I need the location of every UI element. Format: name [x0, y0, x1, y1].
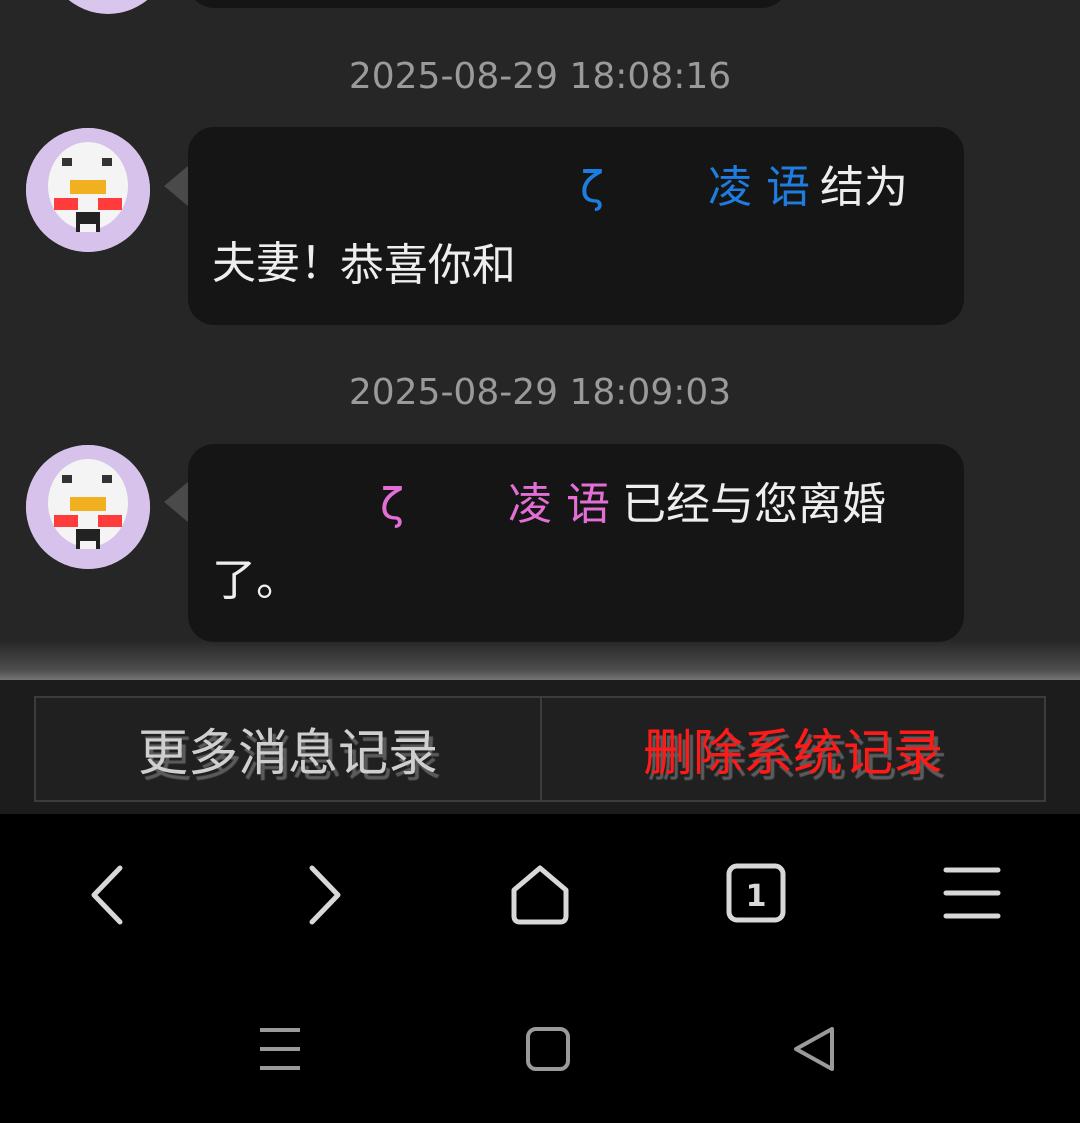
back-icon[interactable]	[78, 860, 138, 934]
tabs-icon[interactable]: 1	[724, 860, 788, 934]
system-navigation-bar	[0, 974, 1080, 1123]
message-bubble[interactable]: 恭喜你和 ζ 凌 语 结为 夫妻！	[188, 127, 964, 325]
back-triangle-icon[interactable]	[790, 1024, 838, 1078]
more-records-button[interactable]: 更多消息记录	[34, 696, 542, 802]
recent-apps-icon[interactable]	[256, 1024, 304, 1078]
bubble-tail	[164, 482, 188, 522]
message-bubble[interactable]: ζ 凌 语 已经与您离婚 了。	[188, 444, 964, 642]
spouse-name-link[interactable]: 凌 语	[708, 149, 810, 227]
message-text: 恭喜你和	[339, 240, 516, 291]
message-line-2: 夫妻！	[212, 238, 344, 289]
duck-avatar-icon	[26, 445, 150, 569]
message-timestamp: 2025-08-29 18:09:03	[348, 372, 732, 413]
spouse-name-symbol[interactable]: ζ	[580, 149, 604, 227]
app-screen: 2025-08-29 18:08:16 恭喜你和 ζ 凌 语 结为 夫妻！ 20…	[0, 0, 1080, 1123]
system-avatar[interactable]	[26, 128, 150, 252]
home-square-icon[interactable]	[524, 1024, 572, 1078]
scroll-fade	[0, 640, 1080, 680]
menu-icon[interactable]	[940, 860, 1004, 934]
previous-bubble-partial	[188, 0, 788, 8]
message-timestamp: 2025-08-29 18:08:16	[348, 56, 732, 97]
bubble-tail	[164, 166, 188, 206]
system-avatar[interactable]	[26, 445, 150, 569]
forward-icon[interactable]	[294, 860, 354, 934]
home-icon[interactable]	[506, 860, 574, 934]
message-line-2: 了。	[212, 555, 300, 606]
browser-toolbar: 1	[0, 814, 1080, 974]
ex-spouse-name-symbol[interactable]: ζ	[380, 466, 404, 544]
delete-system-records-button[interactable]: 删除系统记录	[540, 696, 1046, 802]
message-text: 已经与您离婚	[622, 479, 886, 530]
tab-count: 1	[746, 879, 767, 914]
ex-spouse-name-link[interactable]: 凌 语	[508, 466, 610, 544]
duck-avatar-icon	[26, 128, 150, 252]
previous-avatar-partial	[46, 0, 170, 14]
action-bar: 更多消息记录 删除系统记录	[0, 680, 1080, 814]
chat-message-list[interactable]: 2025-08-29 18:08:16 恭喜你和 ζ 凌 语 结为 夫妻！ 20…	[0, 0, 1080, 680]
message-text: 结为	[820, 162, 908, 213]
